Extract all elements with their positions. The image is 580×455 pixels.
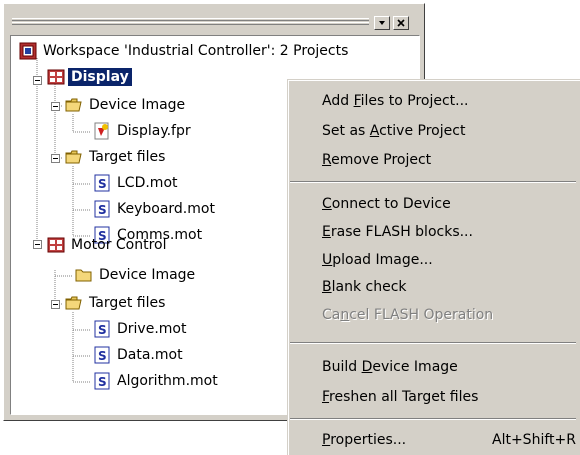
menu-separator (290, 342, 576, 344)
menu-item-add-files[interactable]: Add Files to Project... (322, 90, 469, 112)
menu-shortcut: Alt+Shift+R (492, 432, 576, 448)
svg-text:S: S (98, 323, 107, 337)
project-icon (47, 237, 65, 253)
file-label: Algorithm.mot (117, 373, 218, 389)
file-label: Keyboard.mot (117, 201, 215, 217)
svg-text:S: S (98, 349, 107, 363)
close-button[interactable] (393, 16, 409, 30)
open-folder-icon (65, 296, 82, 310)
menu-item-build-device-image[interactable]: Build Device Image (322, 356, 458, 378)
folder-label: Device Image (99, 267, 196, 283)
close-icon (397, 19, 405, 27)
svg-text:S: S (98, 203, 107, 217)
menu-item-freshen-target-files[interactable]: Freshen all Target files (322, 386, 478, 408)
workspace-icon (19, 42, 37, 60)
project-context-menu: Add Files to Project... Set as Active Pr… (287, 79, 580, 455)
open-folder-icon (65, 150, 82, 164)
svg-text:S: S (98, 375, 107, 389)
dock-menu-button[interactable] (374, 16, 390, 30)
menu-item-blank-check[interactable]: Blank check (322, 276, 407, 298)
chevron-down-icon (379, 21, 385, 25)
drag-grip[interactable] (12, 18, 369, 21)
collapse-toggle[interactable] (51, 154, 60, 163)
s-record-file-icon: S (94, 372, 110, 390)
s-record-file-icon: S (94, 174, 110, 192)
workspace-label: Workspace 'Industrial Controller': 2 Pro… (43, 43, 349, 59)
menu-item-upload-image[interactable]: Upload Image... (322, 249, 433, 271)
collapse-toggle[interactable] (51, 300, 60, 309)
svg-text:S: S (98, 177, 107, 191)
menu-item-connect[interactable]: Connect to Device (322, 193, 451, 215)
menu-item-set-active[interactable]: Set as Active Project (322, 120, 465, 142)
project-icon (47, 69, 65, 85)
folder-icon (75, 269, 92, 282)
menu-separator (290, 418, 576, 420)
open-folder-icon (65, 98, 82, 112)
s-record-file-icon: S (94, 200, 110, 218)
collapse-toggle[interactable] (33, 240, 42, 249)
file-label: LCD.mot (117, 175, 178, 191)
file-label: Drive.mot (117, 321, 187, 337)
image-file-icon (94, 122, 109, 140)
s-record-file-icon: S (94, 346, 110, 364)
folder-label: Target files (89, 149, 166, 165)
s-record-file-icon: S (94, 320, 110, 338)
folder-label: Target files (89, 295, 166, 311)
menu-item-remove-project[interactable]: Remove Project (322, 149, 431, 171)
menu-separator (290, 181, 576, 183)
folder-label: Device Image (89, 97, 186, 113)
menu-item-cancel-flash: Cancel FLASH Operation (322, 307, 494, 323)
panel-title-bar[interactable] (8, 12, 418, 34)
drag-grip[interactable] (12, 22, 369, 25)
collapse-toggle[interactable] (51, 102, 60, 111)
file-label: Data.mot (117, 347, 183, 363)
collapse-toggle[interactable] (33, 76, 42, 85)
menu-item-properties[interactable]: Properties... Alt+Shift+R (322, 429, 576, 451)
project-label: Motor Control (71, 237, 167, 253)
project-label: Display (68, 68, 132, 86)
menu-item-erase-flash[interactable]: Erase FLASH blocks... (322, 221, 473, 243)
file-label: Display.fpr (117, 123, 191, 139)
